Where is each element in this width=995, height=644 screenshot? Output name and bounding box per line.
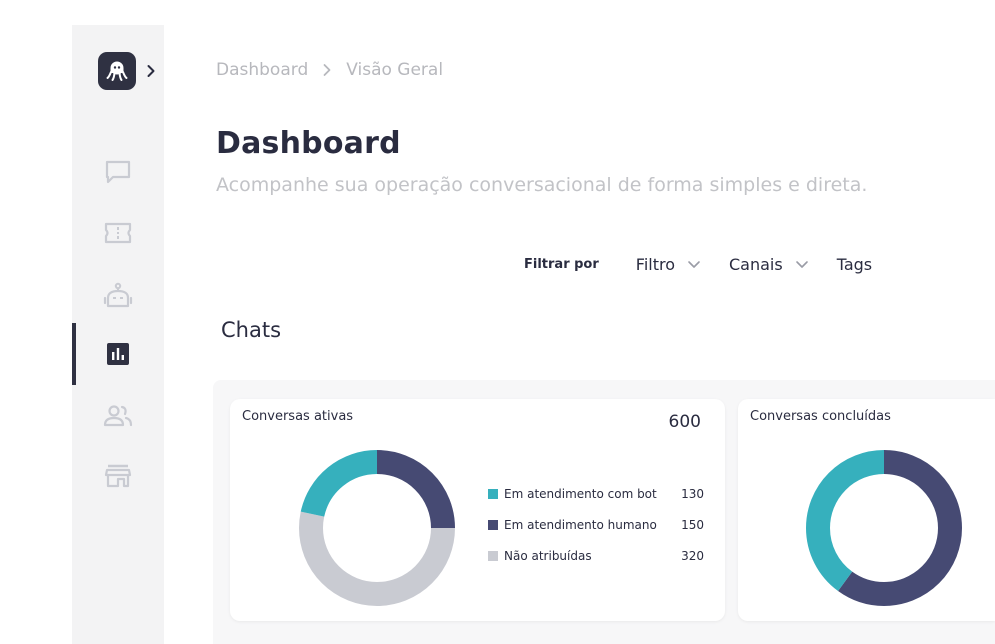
chevron-down-icon [688,261,700,268]
octopus-icon [106,61,128,81]
chevron-right-icon [147,65,155,77]
card-total: 600 [668,412,701,432]
filter-label: Filtrar por [524,256,599,272]
filter-dropdown-label: Filtro [635,254,675,274]
breadcrumb-root[interactable]: Dashboard [216,60,308,80]
active-conversations-card: Conversas ativas 600 Em atendimento com … [230,399,725,621]
legend-item: Não atribuídas 320 [488,548,704,564]
section-title-chats: Chats [221,318,282,342]
sidebar-item-contacts[interactable] [72,393,164,439]
legend-swatch [488,489,498,499]
legend-item: Em atendimento com bot 130 [488,486,704,502]
active-conversations-donut [299,450,455,606]
legend-swatch [488,520,498,530]
channels-dropdown[interactable]: Canais [729,255,809,274]
legend-value: 130 [681,487,704,501]
sidebar [72,25,164,644]
filter-dropdown[interactable]: Filtro [636,255,701,274]
completed-conversations-card: Conversas concluídas [738,399,995,621]
page-title: Dashboard [216,126,401,161]
sidebar-item-store[interactable] [72,453,164,499]
tags-dropdown[interactable]: Tags [837,255,872,274]
filter-bar: Filtrar por Filtro Canais Tags [524,252,900,276]
chart-legend: Em atendimento com bot 130 Em atendiment… [488,486,704,579]
legend-label: Em atendimento com bot [504,487,657,501]
chevron-down-icon [795,261,808,268]
card-title: Conversas concluídas [750,409,891,424]
legend-label: Não atribuídas [504,549,592,563]
expand-sidebar-button[interactable] [144,63,158,79]
legend-item: Em atendimento humano 150 [488,517,704,533]
sidebar-item-chats[interactable] [72,149,164,195]
sidebar-item-analytics[interactable] [72,323,164,385]
page-subtitle: Acompanhe sua operação conversacional de… [216,174,868,196]
card-title: Conversas ativas [242,409,354,424]
legend-value: 320 [681,549,704,563]
chevron-right-icon [323,64,331,76]
ticket-icon [104,222,132,244]
tags-dropdown-label: Tags [836,254,873,274]
legend-swatch [488,551,498,561]
breadcrumb: Dashboard Visão Geral [216,59,443,81]
users-icon [103,405,133,427]
sidebar-item-tickets[interactable] [72,210,164,256]
sidebar-item-bots[interactable] [72,273,164,319]
chat-icon [105,160,131,184]
breadcrumb-current: Visão Geral [346,60,444,80]
completed-conversations-donut [806,450,962,606]
store-icon [104,464,132,488]
bot-icon [103,282,133,308]
app-logo[interactable] [98,52,136,90]
legend-label: Em atendimento humano [504,518,657,532]
channels-dropdown-label: Canais [729,254,783,274]
legend-value: 150 [681,518,704,532]
analytics-icon [107,343,129,365]
